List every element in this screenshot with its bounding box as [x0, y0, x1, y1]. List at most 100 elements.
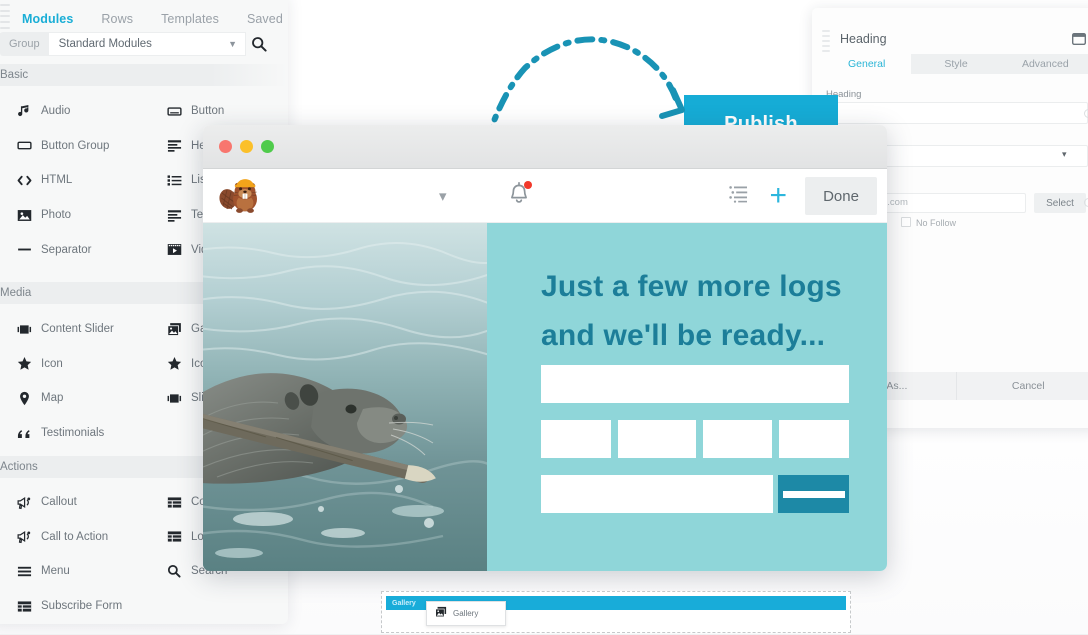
- module-item-testimonials[interactable]: Testimonials: [0, 416, 138, 451]
- module-item-menu[interactable]: Menu: [0, 554, 138, 589]
- module-label: Icon: [41, 357, 63, 370]
- panel-title: Heading: [840, 32, 887, 46]
- form-input-bottom[interactable]: [541, 475, 773, 513]
- browser-window: ▾ + Done Just a few more logs and we'll …: [203, 125, 887, 571]
- map-pin-icon: [16, 390, 32, 406]
- form-headline-line2: and we'll be ready...: [541, 318, 826, 352]
- screenshot-stage: Modules Rows Templates Saved Group Stand…: [0, 0, 1088, 635]
- panel-tab-style[interactable]: Style: [911, 54, 1001, 74]
- slider-icon: [16, 321, 32, 337]
- module-item-icon-left[interactable]: Icon: [0, 347, 138, 382]
- module-item-button[interactable]: Button: [138, 94, 288, 129]
- gallery-tooltip-label: Gallery: [453, 609, 479, 618]
- form-input-quarter-3[interactable]: [703, 420, 772, 458]
- subscribe-form-section: Just a few more logs and we'll be ready.…: [487, 223, 887, 571]
- close-red-icon[interactable]: [219, 140, 232, 153]
- photo-icon: [16, 207, 32, 223]
- module-label: Callout: [41, 496, 77, 509]
- beaver-swimming-with-stick-photo: [203, 223, 487, 571]
- video-icon: [166, 242, 182, 258]
- slider-icon: [166, 390, 182, 406]
- separator-icon: [16, 242, 32, 258]
- form-icon: [166, 529, 182, 545]
- panel-tabs: General Style Advanced: [822, 54, 1088, 74]
- section-title: Media: [0, 287, 32, 299]
- star-icon: [16, 356, 32, 372]
- group-select-value: Standard Modules: [58, 38, 152, 50]
- done-button[interactable]: Done: [805, 177, 877, 215]
- form-headline: Just a few more logs and we'll be ready.…: [541, 263, 857, 360]
- sidebar-tab-templates[interactable]: Templates: [159, 10, 221, 28]
- module-label: HTML: [41, 174, 73, 187]
- search-icon[interactable]: [246, 36, 272, 52]
- hamburger-icon: [16, 563, 32, 579]
- notification-bell-icon[interactable]: [508, 181, 532, 212]
- module-item-call-to-action[interactable]: Call to Action: [0, 520, 138, 555]
- module-label: Button Group: [41, 139, 110, 152]
- gallery-icon: [435, 605, 447, 623]
- star-icon: [166, 356, 182, 372]
- outline-list-icon[interactable]: [729, 185, 751, 208]
- group-button[interactable]: Group: [0, 32, 49, 56]
- panel-tab-advanced[interactable]: Advanced: [1000, 54, 1088, 74]
- form-input-quarter-2[interactable]: [618, 420, 696, 458]
- module-item-subscribe-form[interactable]: Subscribe Form: [0, 589, 138, 624]
- form-submit-button[interactable]: [778, 475, 849, 513]
- module-item-photo[interactable]: Photo: [0, 198, 138, 233]
- browser-titlebar: [203, 125, 887, 169]
- sidebar-tab-modules[interactable]: Modules: [20, 10, 75, 28]
- sidebar-tab-rows[interactable]: Rows: [99, 10, 135, 28]
- module-label: Menu: [41, 565, 70, 578]
- module-item-separator[interactable]: Separator: [0, 232, 138, 267]
- group-select[interactable]: Standard Modules ▼: [48, 32, 246, 56]
- module-label: Audio: [41, 105, 71, 118]
- form-input-top[interactable]: [541, 365, 849, 403]
- module-row: Subscribe Form: [0, 589, 288, 624]
- heading-input[interactable]: [826, 102, 1088, 124]
- button-icon: [166, 103, 182, 119]
- form-icon: [16, 598, 32, 614]
- gallery-icon: [166, 321, 182, 337]
- heading-field-indicator-icon[interactable]: [1084, 109, 1088, 118]
- link-field-indicator-icon[interactable]: [1084, 198, 1088, 207]
- module-item-map[interactable]: Map: [0, 381, 138, 416]
- gallery-row-placeholder: Gallery Gallery: [381, 591, 851, 633]
- megaphone-icon: [16, 529, 32, 545]
- module-label: Separator: [41, 243, 92, 256]
- page-content: Just a few more logs and we'll be ready.…: [203, 223, 887, 571]
- module-item-button-group[interactable]: Button Group: [0, 129, 138, 164]
- search-icon: [166, 563, 182, 579]
- add-plus-icon[interactable]: +: [769, 181, 787, 211]
- panel-drag-handle[interactable]: [822, 30, 830, 52]
- minimize-yellow-icon[interactable]: [240, 140, 253, 153]
- panel-tab-general[interactable]: General: [822, 54, 912, 74]
- megaphone-icon: [16, 494, 32, 510]
- module-row: Audio Button: [0, 94, 288, 129]
- module-item-audio[interactable]: Audio: [0, 94, 138, 129]
- select-button[interactable]: Select: [1034, 193, 1086, 213]
- gallery-module-tooltip[interactable]: Gallery: [426, 601, 506, 626]
- beaver-builder-mascot-icon[interactable]: [217, 175, 263, 217]
- sidebar-tabs: Modules Rows Templates Saved: [10, 2, 288, 36]
- module-item-callout[interactable]: Callout: [0, 485, 138, 520]
- maximize-green-icon[interactable]: [261, 140, 274, 153]
- module-item-content-slider[interactable]: Content Slider: [0, 312, 138, 347]
- cancel-button[interactable]: Cancel: [957, 372, 1088, 400]
- gallery-bar-label: Gallery: [392, 599, 416, 607]
- form-input-quarter-1[interactable]: [541, 420, 611, 458]
- quote-icon: [16, 425, 32, 441]
- form-input-quarter-4[interactable]: [779, 420, 849, 458]
- module-label: Subscribe Form: [41, 600, 123, 613]
- nofollow-checkbox[interactable]: [901, 217, 911, 227]
- module-item-html[interactable]: HTML: [0, 163, 138, 198]
- window-icon[interactable]: [1071, 32, 1087, 50]
- sidebar-tab-saved[interactable]: Saved: [245, 10, 285, 28]
- module-label: Button: [191, 105, 225, 118]
- heading-icon: [166, 138, 182, 154]
- chevron-down-icon[interactable]: ▾: [439, 187, 447, 205]
- chevron-down-icon: ▼: [228, 39, 237, 49]
- section-title: Actions: [0, 461, 38, 473]
- chevron-down-icon: ▾: [1062, 149, 1067, 159]
- nofollow-label: No Follow: [916, 218, 957, 228]
- form-icon: [166, 494, 182, 510]
